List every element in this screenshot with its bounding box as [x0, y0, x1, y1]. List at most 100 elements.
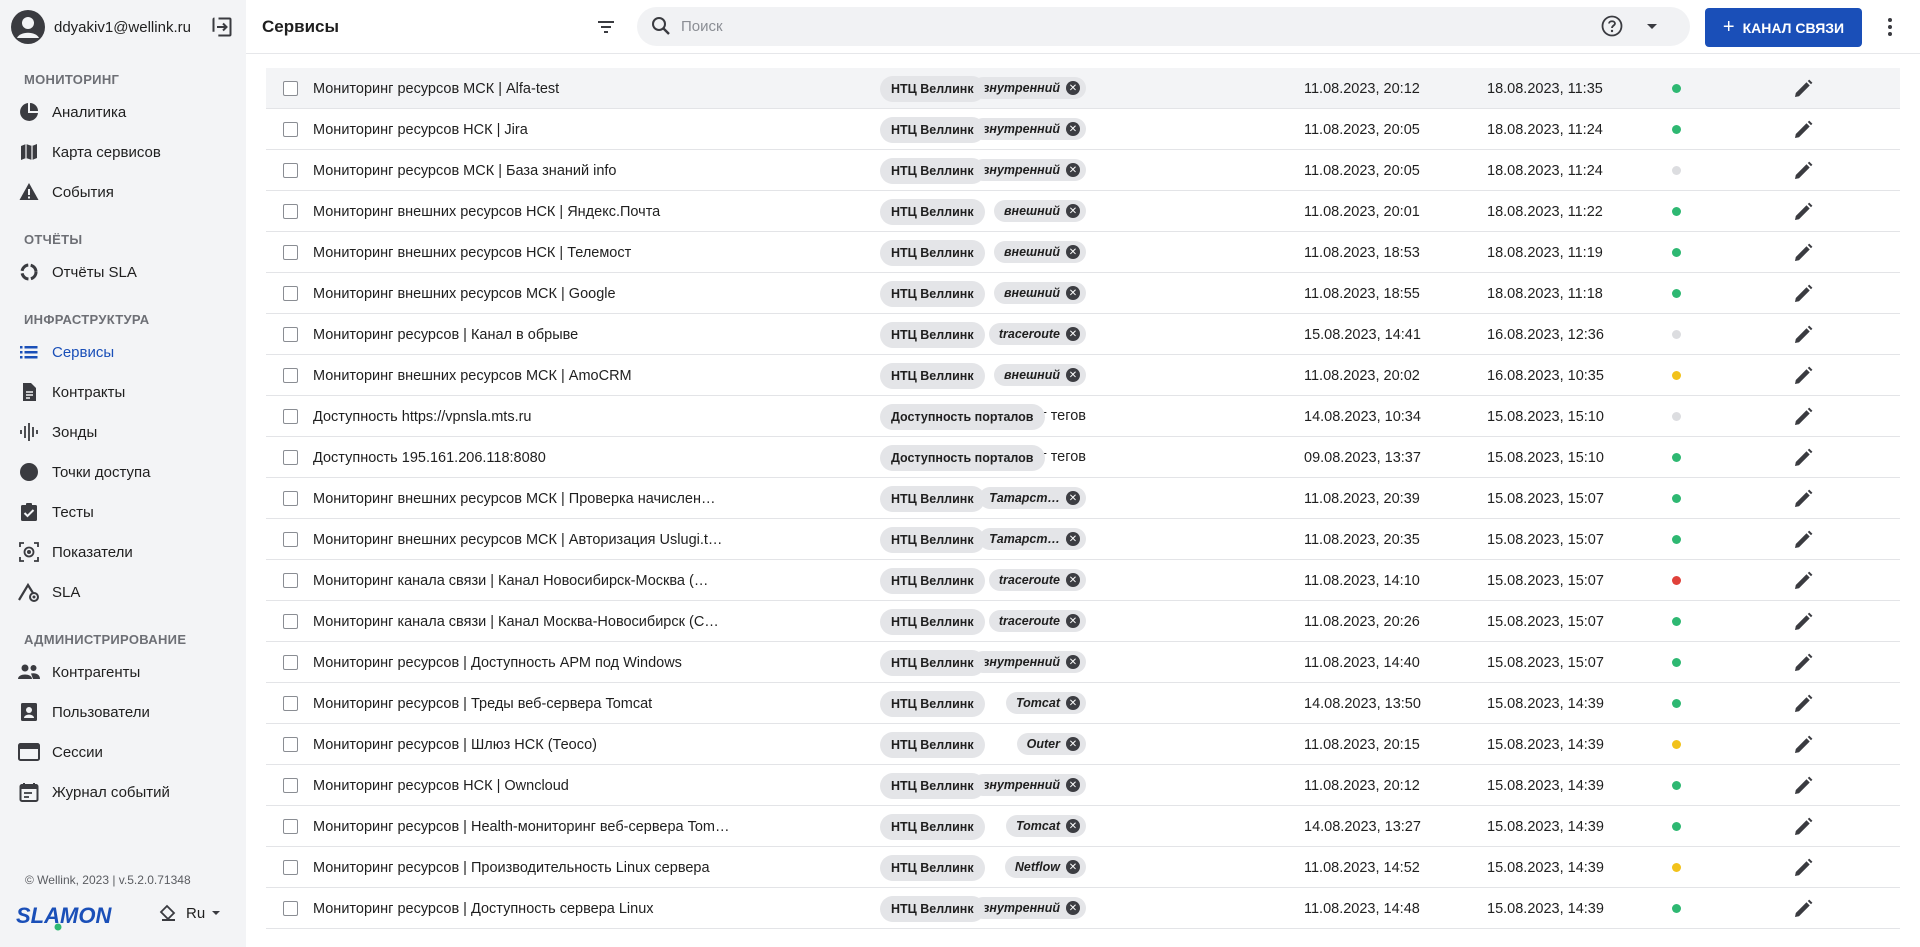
sidebar-item-window[interactable]: Сессии — [0, 732, 246, 772]
tag-chip[interactable]: внешний ✕ — [994, 200, 1086, 222]
edit-pencil-icon[interactable] — [1792, 898, 1814, 920]
row-checkbox[interactable] — [283, 286, 298, 301]
service-name[interactable]: Мониторинг ресурсов МСК | База знаний in… — [313, 150, 748, 191]
tag-chip[interactable]: внешний ✕ — [994, 282, 1086, 304]
service-name[interactable]: Мониторинг внешних ресурсов МСК | Провер… — [313, 478, 748, 519]
table-row[interactable]: Мониторинг внешних ресурсов МСК | Провер… — [266, 478, 1900, 519]
edit-pencil-icon[interactable] — [1792, 529, 1814, 551]
edit-pencil-icon[interactable] — [1792, 693, 1814, 715]
remove-tag-icon[interactable]: ✕ — [1066, 696, 1080, 710]
edit-pencil-icon[interactable] — [1792, 242, 1814, 264]
tag-chip[interactable]: traceroute ✕ — [988, 323, 1086, 345]
tag-chip[interactable]: Tomcat ✕ — [1006, 815, 1086, 837]
tag-chip[interactable]: Outer ✕ — [1016, 733, 1086, 755]
table-row[interactable]: Мониторинг ресурсов | Health-мониторинг … — [266, 806, 1900, 847]
service-name[interactable]: Мониторинг ресурсов | Доступность сервер… — [313, 888, 748, 929]
remove-tag-icon[interactable]: ✕ — [1066, 368, 1080, 382]
table-row[interactable]: Мониторинг ресурсов | Треды веб-сервера … — [266, 683, 1900, 724]
search-input[interactable] — [681, 15, 1581, 37]
service-name[interactable]: Мониторинг ресурсов | Шлюз НСК (Теосо) — [313, 724, 748, 765]
sidebar-item-waveform[interactable]: Зонды — [0, 412, 246, 452]
service-name[interactable]: Мониторинг канала связи | Канал Новосиби… — [313, 560, 748, 601]
edit-pencil-icon[interactable] — [1792, 775, 1814, 797]
edit-pencil-icon[interactable] — [1792, 857, 1814, 879]
edit-pencil-icon[interactable] — [1792, 406, 1814, 428]
row-checkbox[interactable] — [283, 368, 298, 383]
service-name[interactable]: Мониторинг ресурсов МСК | Alfa-test — [313, 68, 748, 109]
edit-pencil-icon[interactable] — [1792, 570, 1814, 592]
edit-pencil-icon[interactable] — [1792, 365, 1814, 387]
sidebar-item-metrics[interactable]: Показатели — [0, 532, 246, 572]
service-name[interactable]: Мониторинг ресурсов | Производительность… — [313, 847, 748, 888]
row-checkbox[interactable] — [283, 491, 298, 506]
filter-icon[interactable] — [594, 15, 618, 39]
table-row[interactable]: Мониторинг ресурсов МСК | Alfa-test внутр… — [266, 68, 1900, 109]
tag-chip[interactable]: traceroute ✕ — [988, 569, 1086, 591]
edit-pencil-icon[interactable] — [1792, 652, 1814, 674]
row-checkbox[interactable] — [283, 819, 298, 834]
tag-chip[interactable]: внутренний ✕ — [971, 77, 1086, 99]
service-name[interactable]: Мониторинг внешних ресурсов НСК | Яндекс… — [313, 191, 748, 232]
remove-tag-icon[interactable]: ✕ — [1066, 655, 1080, 669]
avatar-icon[interactable] — [10, 9, 46, 45]
remove-tag-icon[interactable]: ✕ — [1066, 614, 1080, 628]
row-checkbox[interactable] — [283, 163, 298, 178]
edit-pencil-icon[interactable] — [1792, 611, 1814, 633]
table-row[interactable]: Мониторинг внешних ресурсов МСК | AmoCRM… — [266, 355, 1900, 396]
edit-pencil-icon[interactable] — [1792, 734, 1814, 756]
tag-chip[interactable]: внутренний ✕ — [971, 159, 1086, 181]
service-name[interactable]: Мониторинг ресурсов | Health-мониторинг … — [313, 806, 748, 847]
language-selector[interactable]: Ru — [158, 903, 223, 923]
service-name[interactable]: Мониторинг внешних ресурсов МСК | Google — [313, 273, 748, 314]
edit-pencil-icon[interactable] — [1792, 119, 1814, 141]
remove-tag-icon[interactable]: ✕ — [1066, 81, 1080, 95]
remove-tag-icon[interactable]: ✕ — [1066, 532, 1080, 546]
table-row[interactable]: Доступность https://vpnsla.mts.ru Нет тег… — [266, 396, 1900, 437]
remove-tag-icon[interactable]: ✕ — [1066, 122, 1080, 136]
sidebar-item-sla[interactable]: SLA — [0, 572, 246, 612]
sidebar-item-circle[interactable]: Точки доступа — [0, 452, 246, 492]
more-options-icon[interactable] — [1878, 15, 1902, 39]
row-checkbox[interactable] — [283, 327, 298, 342]
service-name[interactable]: Мониторинг внешних ресурсов МСК | Автори… — [313, 519, 748, 560]
row-checkbox[interactable] — [283, 696, 298, 711]
service-name[interactable]: Мониторинг ресурсов | Доступность АРМ по… — [313, 642, 748, 683]
table-row[interactable]: Мониторинг ресурсов | Доступность сервер… — [266, 888, 1900, 929]
remove-tag-icon[interactable]: ✕ — [1066, 245, 1080, 259]
row-checkbox[interactable] — [283, 778, 298, 793]
service-name[interactable]: Доступность https://vpnsla.mts.ru — [313, 396, 748, 437]
sidebar-item-warning[interactable]: События — [0, 172, 246, 212]
remove-tag-icon[interactable]: ✕ — [1066, 901, 1080, 915]
remove-tag-icon[interactable]: ✕ — [1066, 163, 1080, 177]
remove-tag-icon[interactable]: ✕ — [1066, 327, 1080, 341]
row-checkbox[interactable] — [283, 204, 298, 219]
row-checkbox[interactable] — [283, 573, 298, 588]
row-checkbox[interactable] — [283, 614, 298, 629]
help-icon[interactable] — [1601, 15, 1623, 37]
table-row[interactable]: Мониторинг внешних ресурсов НСК | Яндекс… — [266, 191, 1900, 232]
edit-pencil-icon[interactable] — [1792, 201, 1814, 223]
tag-chip[interactable]: внутренний ✕ — [971, 118, 1086, 140]
edit-pencil-icon[interactable] — [1792, 488, 1814, 510]
row-checkbox[interactable] — [283, 655, 298, 670]
edit-pencil-icon[interactable] — [1792, 816, 1814, 838]
row-checkbox[interactable] — [283, 901, 298, 916]
sidebar-item-document[interactable]: Контракты — [0, 372, 246, 412]
tag-chip[interactable]: внутренний ✕ — [971, 897, 1086, 919]
table-row[interactable]: Мониторинг ресурсов НСК | Owncloud внутре… — [266, 765, 1900, 806]
service-name[interactable]: Мониторинг внешних ресурсов НСК | Телемо… — [313, 232, 748, 273]
sidebar-item-contact-card[interactable]: Пользователи — [0, 692, 246, 732]
remove-tag-icon[interactable]: ✕ — [1066, 778, 1080, 792]
table-row[interactable]: Мониторинг ресурсов | Доступность АРМ по… — [266, 642, 1900, 683]
table-row[interactable]: Мониторинг ресурсов МСК | База знаний in… — [266, 150, 1900, 191]
sidebar-item-donut[interactable]: Отчёты SLA — [0, 252, 246, 292]
row-checkbox[interactable] — [283, 737, 298, 752]
service-name[interactable]: Мониторинг ресурсов НСК | Jira — [313, 109, 748, 150]
row-checkbox[interactable] — [283, 81, 298, 96]
sidebar-item-clipboard-check[interactable]: Тесты — [0, 492, 246, 532]
tag-chip[interactable]: Tomcat ✕ — [1006, 692, 1086, 714]
tag-chip[interactable]: внешний ✕ — [994, 364, 1086, 386]
service-name[interactable]: Мониторинг внешних ресурсов МСК | AmoCRM — [313, 355, 748, 396]
table-row[interactable]: Мониторинг внешних ресурсов МСК | Google… — [266, 273, 1900, 314]
edit-pencil-icon[interactable] — [1792, 283, 1814, 305]
